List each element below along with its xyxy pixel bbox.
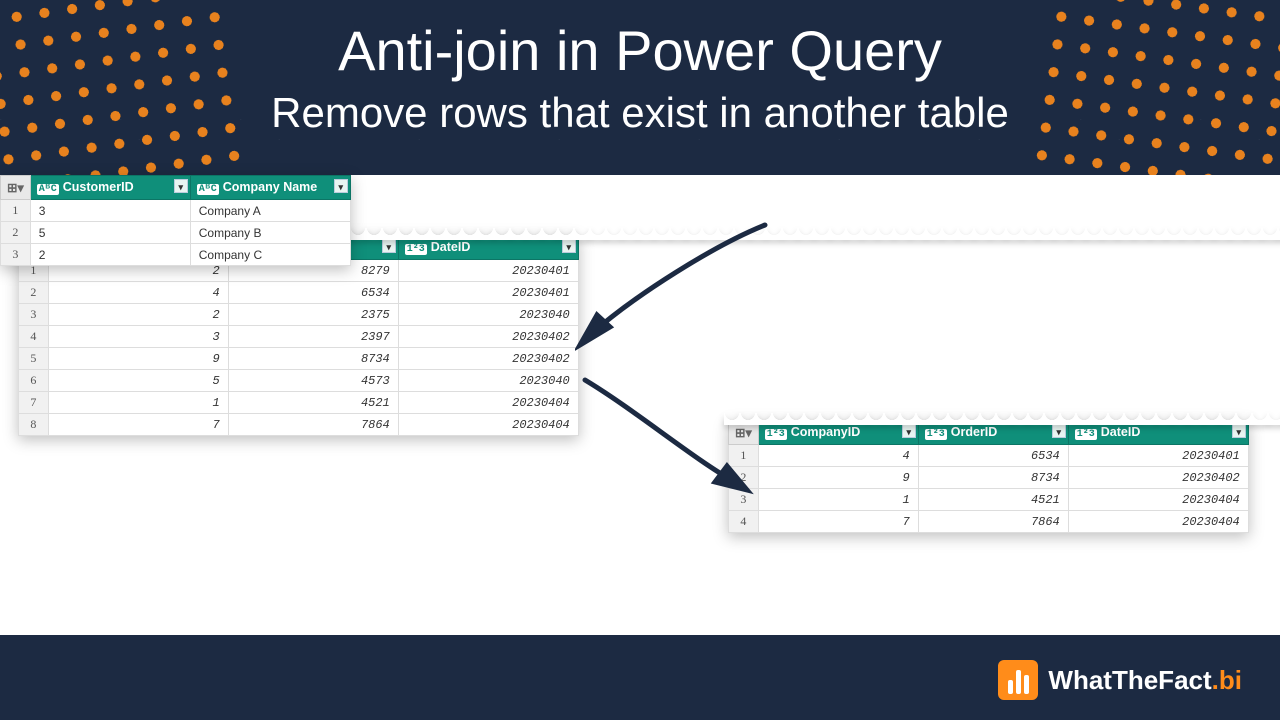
slide-content: ⊞▾1²3CompanyID▾1²3OrderID▾1²3DateID▾1282… bbox=[0, 175, 1280, 635]
arrow-customers-to-orders bbox=[575, 215, 775, 355]
brand-logo: WhatTheFact.bi bbox=[998, 660, 1242, 700]
slide-header: Anti-join in Power Query Remove rows tha… bbox=[0, 0, 1280, 175]
table-row: 13Company A bbox=[1, 200, 351, 222]
table-cell: 2023040 bbox=[398, 370, 578, 392]
table-cell: 20230404 bbox=[1068, 489, 1248, 511]
row-number: 8 bbox=[19, 414, 49, 436]
table-row: 6545732023040 bbox=[19, 370, 579, 392]
table-cell: 20230401 bbox=[398, 260, 578, 282]
column-filter-icon[interactable]: ▾ bbox=[382, 239, 396, 253]
table-cell: 6534 bbox=[228, 282, 398, 304]
table-cell: 2375 bbox=[228, 304, 398, 326]
row-number: 4 bbox=[19, 326, 49, 348]
table-row: 87786420230404 bbox=[19, 414, 579, 436]
row-number: 7 bbox=[19, 392, 49, 414]
customers-table: ⊞▾AᴮCCustomerID▾AᴮCCompany Name▾13Compan… bbox=[0, 175, 351, 266]
row-number: 1 bbox=[1, 200, 31, 222]
column-header[interactable]: 1²3DateID▾ bbox=[1068, 421, 1248, 445]
table-cell: 2023040 bbox=[398, 304, 578, 326]
slide-subtitle: Remove rows that exist in another table bbox=[0, 89, 1280, 137]
table-cell: 3 bbox=[30, 200, 190, 222]
table-cell: 4521 bbox=[918, 489, 1068, 511]
table-cell: 3 bbox=[48, 326, 228, 348]
table-row: 14653420230401 bbox=[729, 445, 1249, 467]
table-cell: 20230402 bbox=[1068, 467, 1248, 489]
table-cell: 1 bbox=[48, 392, 228, 414]
logo-text-suffix: .bi bbox=[1212, 665, 1242, 695]
table-cell: 20230401 bbox=[398, 282, 578, 304]
table-row: 71452120230404 bbox=[19, 392, 579, 414]
slide-footer: WhatTheFact.bi bbox=[0, 635, 1280, 720]
table-cell: 2397 bbox=[228, 326, 398, 348]
table-cell: 4 bbox=[48, 282, 228, 304]
table-cell: 20230402 bbox=[398, 348, 578, 370]
table-cell: 8734 bbox=[918, 467, 1068, 489]
row-number: 3 bbox=[1, 244, 31, 266]
column-filter-icon[interactable]: ▾ bbox=[562, 239, 576, 253]
column-header[interactable]: 1²3CompanyID▾ bbox=[758, 421, 918, 445]
table-cell: 4 bbox=[758, 445, 918, 467]
table-row: 29873420230402 bbox=[729, 467, 1249, 489]
table-cell: 20230404 bbox=[398, 392, 578, 414]
table-cell: 9 bbox=[758, 467, 918, 489]
column-header[interactable]: 1²3OrderID▾ bbox=[918, 421, 1068, 445]
slide-title: Anti-join in Power Query bbox=[0, 0, 1280, 83]
table-cell: 7 bbox=[758, 511, 918, 533]
table-cell: 2 bbox=[48, 304, 228, 326]
table-cell: Company B bbox=[190, 222, 350, 244]
column-filter-icon[interactable]: ▾ bbox=[1052, 424, 1066, 438]
arrow-orders-to-result bbox=[575, 370, 755, 500]
table-cell: Company A bbox=[190, 200, 350, 222]
table-corner-icon[interactable]: ⊞▾ bbox=[1, 176, 31, 200]
logo-text-prefix: WhatTheFact bbox=[1048, 665, 1211, 695]
column-filter-icon[interactable]: ▾ bbox=[174, 179, 188, 193]
table-row: 3223752023040 bbox=[19, 304, 579, 326]
table-cell: 7 bbox=[48, 414, 228, 436]
table-row: 59873420230402 bbox=[19, 348, 579, 370]
row-number: 2 bbox=[19, 282, 49, 304]
column-filter-icon[interactable]: ▾ bbox=[902, 424, 916, 438]
table-cell: 20230404 bbox=[1068, 511, 1248, 533]
column-header[interactable]: AᴮCCustomerID▾ bbox=[30, 176, 190, 200]
table-cell: 20230401 bbox=[1068, 445, 1248, 467]
table-cell: 7864 bbox=[228, 414, 398, 436]
logo-icon bbox=[998, 660, 1038, 700]
table-cell: 20230404 bbox=[398, 414, 578, 436]
table-row: 31452120230404 bbox=[729, 489, 1249, 511]
table-cell: 6534 bbox=[918, 445, 1068, 467]
row-number: 5 bbox=[19, 348, 49, 370]
table-row: 24653420230401 bbox=[19, 282, 579, 304]
logo-text: WhatTheFact.bi bbox=[1048, 665, 1242, 696]
column-header[interactable]: AᴮCCompany Name▾ bbox=[190, 176, 350, 200]
table-cell: 20230402 bbox=[398, 326, 578, 348]
row-number: 6 bbox=[19, 370, 49, 392]
column-filter-icon[interactable]: ▾ bbox=[334, 179, 348, 193]
table-row: 32Company C bbox=[1, 244, 351, 266]
table-row: 47786420230404 bbox=[729, 511, 1249, 533]
table-cell: 7864 bbox=[918, 511, 1068, 533]
table-cell: 5 bbox=[30, 222, 190, 244]
table-row: 25Company B bbox=[1, 222, 351, 244]
table-cell: 5 bbox=[48, 370, 228, 392]
column-header[interactable]: 1²3DateID▾ bbox=[398, 236, 578, 260]
row-number: 2 bbox=[1, 222, 31, 244]
table-cell: 1 bbox=[758, 489, 918, 511]
result-table: ⊞▾1²3CompanyID▾1²3OrderID▾1²3DateID▾1465… bbox=[728, 420, 1249, 533]
table-cell: 4521 bbox=[228, 392, 398, 414]
table-cell: 2 bbox=[30, 244, 190, 266]
table-cell: 9 bbox=[48, 348, 228, 370]
table-row: 43239720230402 bbox=[19, 326, 579, 348]
table-cell: 4573 bbox=[228, 370, 398, 392]
row-number: 3 bbox=[19, 304, 49, 326]
table-cell: Company C bbox=[190, 244, 350, 266]
row-number: 4 bbox=[729, 511, 759, 533]
table-cell: 8734 bbox=[228, 348, 398, 370]
column-filter-icon[interactable]: ▾ bbox=[1232, 424, 1246, 438]
